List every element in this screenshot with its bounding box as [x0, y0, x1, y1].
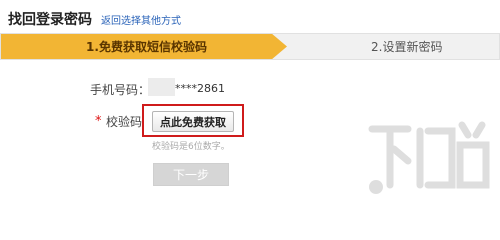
step-2-label: 2.设置新密码: [371, 40, 443, 54]
code-hint: 校验码是6位数字。: [152, 142, 230, 152]
back-to-other-methods-link[interactable]: 返回选择其他方式: [101, 12, 181, 27]
required-mark: *: [95, 114, 102, 129]
step-2: 2.设置新密码: [271, 33, 500, 60]
phone-value: ****2861: [175, 82, 225, 95]
step-indicator: 2.设置新密码 1.免费获取短信校验码: [0, 33, 500, 60]
phone-mask-block: [148, 78, 175, 96]
next-step-button[interactable]: 下一步: [153, 163, 229, 186]
code-label: 校验码: [106, 115, 143, 129]
watermark-logo-icon: [368, 121, 490, 194]
step-1-label: 1.免费获取短信校验码: [86, 40, 207, 54]
step-1-active: 1.免费获取短信校验码: [0, 33, 287, 60]
page-title: 找回登录密码: [8, 12, 92, 28]
phone-label: 手机号码：: [90, 83, 151, 97]
get-free-code-button[interactable]: 点此免费获取: [152, 111, 234, 132]
